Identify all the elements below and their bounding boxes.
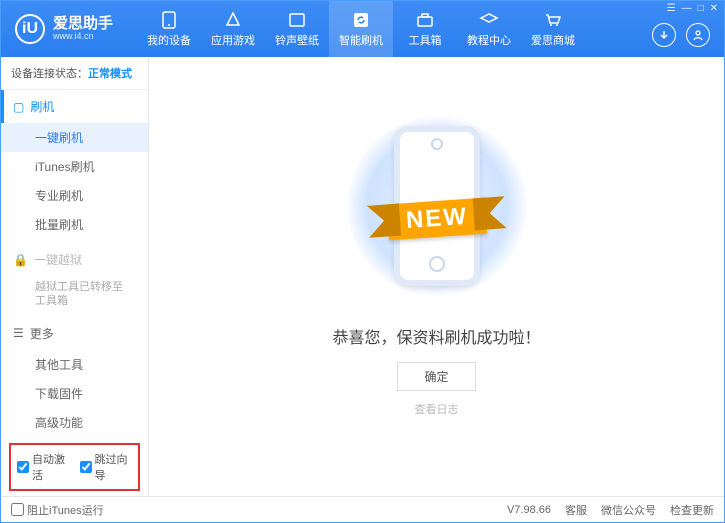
ok-button[interactable]: 确定 bbox=[397, 362, 475, 391]
nav-my-device[interactable]: 我的设备 bbox=[137, 1, 201, 57]
sidebar-section-more[interactable]: ☰ 更多 bbox=[1, 317, 148, 350]
download-button[interactable] bbox=[652, 23, 676, 47]
sidebar-item-advanced[interactable]: 高级功能 bbox=[1, 408, 148, 437]
logo-icon: iU bbox=[15, 14, 45, 44]
app-window: iU 爱思助手 www.i4.cn 我的设备 应用游戏 铃声壁纸 智能刷机 工具… bbox=[0, 0, 725, 523]
nav-store[interactable]: 爱思商城 bbox=[521, 1, 585, 57]
checkbox-label: 自动激活 bbox=[32, 451, 70, 483]
main-content: NEW 恭喜您，保资料刷机成功啦！ 确定 查看日志 bbox=[149, 57, 724, 496]
sidebar-item-itunes-flash[interactable]: iTunes刷机 bbox=[1, 152, 148, 181]
sidebar-section-flash[interactable]: ▢ 刷机 bbox=[1, 90, 148, 123]
service-link[interactable]: 客服 bbox=[565, 502, 587, 518]
nav-smart-flash[interactable]: 智能刷机 bbox=[329, 1, 393, 57]
user-button[interactable] bbox=[686, 23, 710, 47]
apps-icon bbox=[223, 11, 243, 29]
checkbox-label: 跳过向导 bbox=[95, 451, 133, 483]
logo-area: iU 爱思助手 www.i4.cn bbox=[1, 14, 127, 44]
checkbox-block-itunes[interactable]: 阻止iTunes运行 bbox=[11, 502, 104, 518]
nav-apps-games[interactable]: 应用游戏 bbox=[201, 1, 265, 57]
close-icon[interactable]: ✕ bbox=[710, 3, 718, 14]
titlebar: iU 爱思助手 www.i4.cn 我的设备 应用游戏 铃声壁纸 智能刷机 工具… bbox=[1, 1, 724, 57]
connection-status: 设备连接状态：正常模式 bbox=[1, 57, 148, 90]
nav-label: 应用游戏 bbox=[211, 32, 255, 48]
nav-toolbox[interactable]: 工具箱 bbox=[393, 1, 457, 57]
sidebar: 设备连接状态：正常模式 ▢ 刷机 一键刷机 iTunes刷机 专业刷机 批量刷机… bbox=[1, 57, 149, 496]
section-label: 更多 bbox=[30, 325, 54, 342]
success-message: 恭喜您，保资料刷机成功啦！ bbox=[332, 324, 540, 348]
main-nav: 我的设备 应用游戏 铃声壁纸 智能刷机 工具箱 教程中心 爱思商城 bbox=[137, 1, 585, 57]
refresh-icon bbox=[351, 11, 371, 29]
checkbox-auto-activate[interactable]: 自动激活 bbox=[17, 451, 70, 483]
window-controls: ☰ — □ ✕ bbox=[667, 3, 718, 14]
list-icon: ☰ bbox=[13, 326, 24, 340]
toolbox-icon bbox=[415, 11, 435, 29]
phone-icon bbox=[159, 11, 179, 29]
options-highlight-box: 自动激活 跳过向导 bbox=[9, 443, 140, 491]
wallpaper-icon bbox=[287, 11, 307, 29]
app-title: 爱思助手 bbox=[53, 16, 113, 33]
nav-label: 我的设备 bbox=[147, 32, 191, 48]
graduation-icon bbox=[479, 11, 499, 29]
minimize-icon[interactable]: — bbox=[682, 3, 692, 14]
connection-mode: 正常模式 bbox=[88, 68, 132, 80]
view-log-link[interactable]: 查看日志 bbox=[415, 401, 459, 417]
nav-label: 铃声壁纸 bbox=[275, 32, 319, 48]
body: 设备连接状态：正常模式 ▢ 刷机 一键刷机 iTunes刷机 专业刷机 批量刷机… bbox=[1, 57, 724, 496]
section-label: 一键越狱 bbox=[34, 251, 82, 268]
nav-label: 工具箱 bbox=[409, 32, 442, 48]
jailbreak-note: 越狱工具已转移至工具箱 bbox=[1, 276, 148, 313]
sidebar-item-pro-flash[interactable]: 专业刷机 bbox=[1, 181, 148, 210]
cart-icon bbox=[543, 11, 563, 29]
sidebar-section-jailbreak: 🔒 一键越狱 bbox=[1, 243, 148, 276]
phone-icon: ▢ bbox=[13, 100, 24, 114]
logo-text: 爱思助手 www.i4.cn bbox=[53, 16, 113, 42]
wechat-link[interactable]: 微信公众号 bbox=[601, 502, 656, 518]
nav-label: 教程中心 bbox=[467, 32, 511, 48]
version-label: V7.98.66 bbox=[507, 504, 551, 516]
success-illustration: NEW bbox=[337, 106, 537, 306]
nav-label: 爱思商城 bbox=[531, 32, 575, 48]
checkbox-label: 阻止iTunes运行 bbox=[27, 502, 104, 518]
checkbox-skip-guide[interactable]: 跳过向导 bbox=[80, 451, 133, 483]
statusbar: 阻止iTunes运行 V7.98.66 客服 微信公众号 检查更新 bbox=[1, 496, 724, 522]
sidebar-item-download-firmware[interactable]: 下载固件 bbox=[1, 379, 148, 408]
connection-label: 设备连接状态： bbox=[11, 68, 88, 80]
check-update-link[interactable]: 检查更新 bbox=[670, 502, 714, 518]
nav-ringtone-wallpaper[interactable]: 铃声壁纸 bbox=[265, 1, 329, 57]
sidebar-item-other-tools[interactable]: 其他工具 bbox=[1, 350, 148, 379]
nav-tutorial[interactable]: 教程中心 bbox=[457, 1, 521, 57]
sidebar-item-oneclick-flash[interactable]: 一键刷机 bbox=[1, 123, 148, 152]
nav-label: 智能刷机 bbox=[339, 32, 383, 48]
lock-icon: 🔒 bbox=[13, 253, 28, 267]
app-url: www.i4.cn bbox=[53, 32, 113, 42]
titlebar-right bbox=[652, 23, 710, 47]
new-ribbon: NEW bbox=[386, 198, 486, 241]
sidebar-item-batch-flash[interactable]: 批量刷机 bbox=[1, 210, 148, 239]
section-label: 刷机 bbox=[30, 98, 54, 115]
menu-icon[interactable]: ☰ bbox=[667, 3, 676, 14]
maximize-icon[interactable]: □ bbox=[698, 3, 704, 14]
